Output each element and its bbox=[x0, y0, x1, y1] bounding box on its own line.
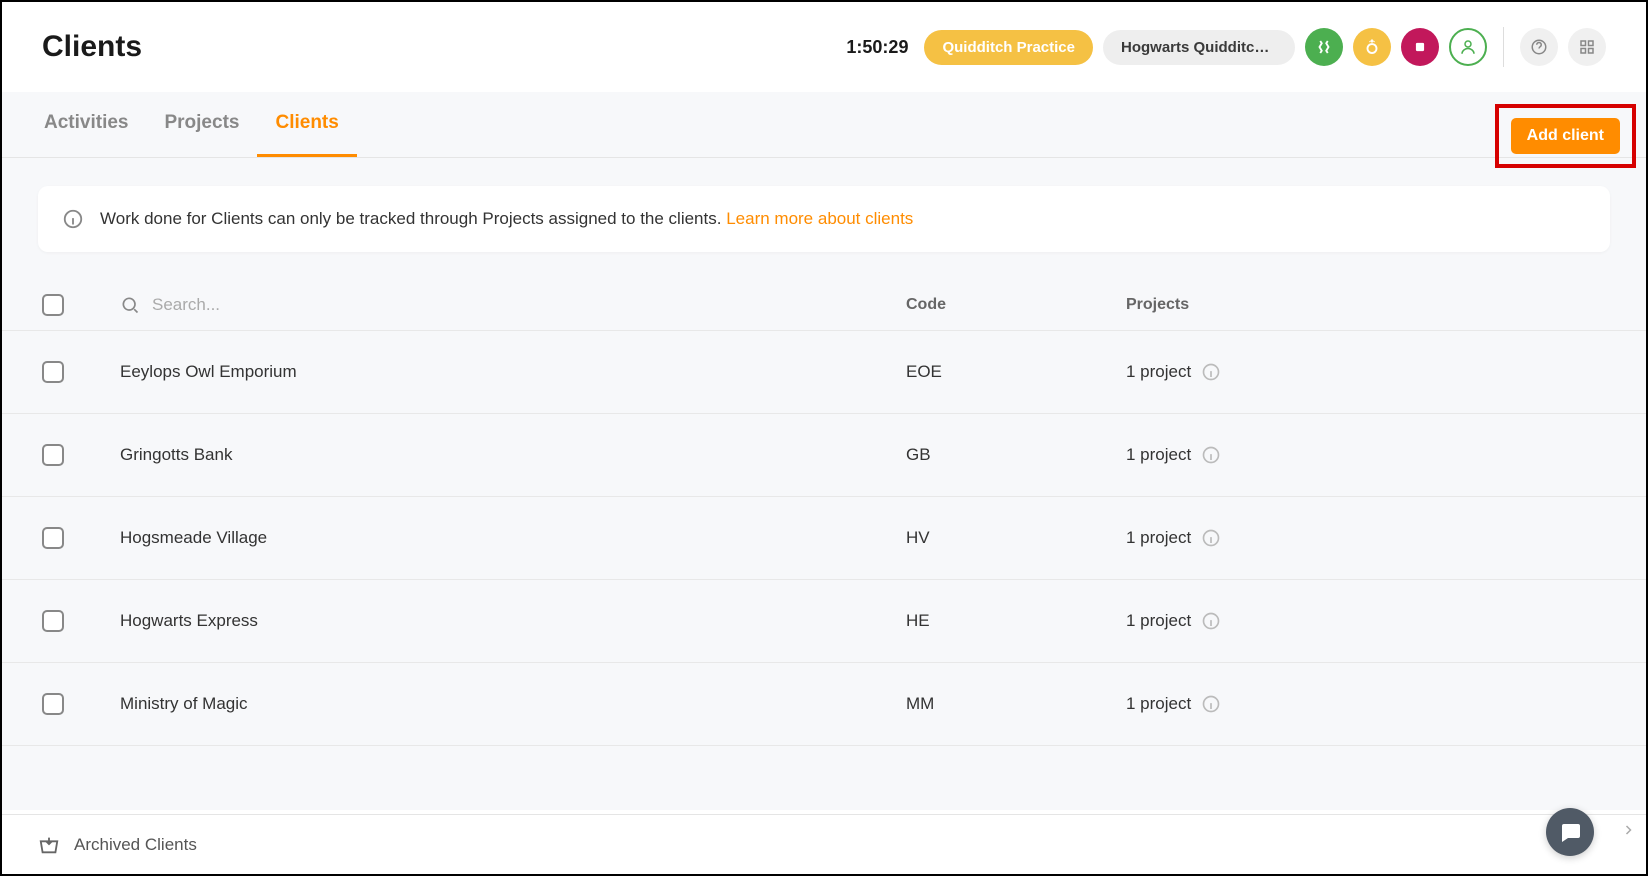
table-row[interactable]: Hogwarts Express HE 1 project bbox=[2, 580, 1646, 663]
client-code: GB bbox=[906, 445, 1126, 465]
info-link[interactable]: Learn more about clients bbox=[726, 209, 913, 228]
client-code: HE bbox=[906, 611, 1126, 631]
search-icon bbox=[120, 295, 140, 315]
info-banner: Work done for Clients can only be tracke… bbox=[38, 186, 1610, 252]
tab-activities[interactable]: Activities bbox=[26, 92, 146, 157]
table-row[interactable]: Ministry of Magic MM 1 project bbox=[2, 663, 1646, 746]
timer-display: 1:50:29 bbox=[846, 37, 908, 58]
help-icon[interactable] bbox=[1520, 28, 1558, 66]
row-checkbox[interactable] bbox=[42, 610, 64, 632]
info-icon bbox=[62, 208, 84, 230]
add-client-highlight: Add client bbox=[1495, 104, 1636, 168]
info-icon[interactable] bbox=[1201, 528, 1221, 548]
client-projects: 1 project bbox=[1126, 611, 1191, 631]
client-code: MM bbox=[906, 694, 1126, 714]
settings-icon[interactable] bbox=[1568, 28, 1606, 66]
search-input[interactable] bbox=[152, 295, 452, 315]
info-icon[interactable] bbox=[1201, 611, 1221, 631]
project-badge[interactable]: Hogwarts Quidditch To... bbox=[1103, 30, 1295, 65]
row-checkbox[interactable] bbox=[42, 444, 64, 466]
archived-clients-link[interactable]: Archived Clients bbox=[74, 835, 197, 855]
info-icon[interactable] bbox=[1201, 362, 1221, 382]
table-row[interactable]: Hogsmeade Village HV 1 project bbox=[2, 497, 1646, 580]
client-projects: 1 project bbox=[1126, 445, 1191, 465]
page-title: Clients bbox=[42, 30, 142, 64]
client-name: Eeylops Owl Emporium bbox=[120, 362, 906, 382]
client-name: Hogsmeade Village bbox=[120, 528, 906, 548]
client-name: Hogwarts Express bbox=[120, 611, 906, 631]
table-row[interactable]: Eeylops Owl Emporium EOE 1 project bbox=[2, 331, 1646, 414]
chat-icon[interactable] bbox=[1546, 808, 1594, 856]
user-icon[interactable] bbox=[1449, 28, 1487, 66]
client-name: Gringotts Bank bbox=[120, 445, 906, 465]
column-code-header: Code bbox=[906, 296, 1126, 314]
client-code: EOE bbox=[906, 362, 1126, 382]
client-projects: 1 project bbox=[1126, 362, 1191, 382]
client-name: Ministry of Magic bbox=[120, 694, 906, 714]
row-checkbox[interactable] bbox=[42, 693, 64, 715]
play-icon[interactable] bbox=[1305, 28, 1343, 66]
info-icon[interactable] bbox=[1201, 445, 1221, 465]
client-projects: 1 project bbox=[1126, 528, 1191, 548]
break-icon[interactable] bbox=[1353, 28, 1391, 66]
add-client-button[interactable]: Add client bbox=[1511, 118, 1620, 154]
select-all-checkbox[interactable] bbox=[42, 294, 64, 316]
row-checkbox[interactable] bbox=[42, 361, 64, 383]
stop-icon[interactable] bbox=[1401, 28, 1439, 66]
archive-icon bbox=[38, 834, 60, 856]
column-projects-header: Projects bbox=[1126, 296, 1606, 314]
client-code: HV bbox=[906, 528, 1126, 548]
info-text: Work done for Clients can only be tracke… bbox=[100, 209, 721, 228]
row-checkbox[interactable] bbox=[42, 527, 64, 549]
tab-projects[interactable]: Projects bbox=[146, 92, 257, 157]
chevron-right-icon[interactable] bbox=[1622, 820, 1634, 840]
table-row[interactable]: Gringotts Bank GB 1 project bbox=[2, 414, 1646, 497]
info-icon[interactable] bbox=[1201, 694, 1221, 714]
client-projects: 1 project bbox=[1126, 694, 1191, 714]
divider bbox=[1503, 27, 1504, 67]
activity-badge[interactable]: Quidditch Practice bbox=[924, 30, 1093, 65]
tab-clients[interactable]: Clients bbox=[257, 92, 356, 157]
